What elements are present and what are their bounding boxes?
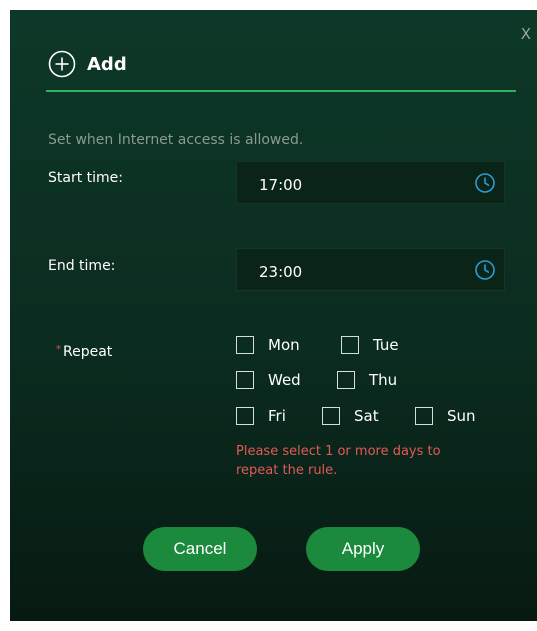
day-checkbox-mon[interactable]: Mon [236, 336, 300, 354]
checkbox[interactable] [236, 371, 254, 389]
repeat-error-message: Please select 1 or more days to repeat t… [236, 444, 441, 478]
checkbox[interactable] [415, 407, 433, 425]
checkbox[interactable] [236, 407, 254, 425]
add-rule-dialog: X Add Set when Internet access is allowe… [10, 10, 537, 621]
end-time-value: 23:00 [259, 263, 303, 281]
end-time-label: End time: [48, 258, 116, 274]
day-label: Fri [268, 407, 286, 425]
dialog-title: Add [87, 53, 127, 75]
checkbox[interactable] [337, 371, 355, 389]
day-checkbox-fri[interactable]: Fri [236, 407, 286, 425]
day-label: Mon [268, 336, 300, 354]
day-checkbox-sun[interactable]: Sun [415, 407, 476, 425]
required-marker: * [56, 344, 61, 355]
start-time-label: Start time: [48, 170, 123, 186]
start-time-field[interactable]: 17:00 [236, 161, 505, 204]
day-label: Thu [369, 371, 398, 389]
checkbox[interactable] [341, 336, 359, 354]
cancel-button[interactable]: Cancel [143, 527, 257, 571]
header-divider [46, 90, 516, 92]
intro-text: Set when Internet access is allowed. [48, 132, 304, 148]
dialog-header: Add [48, 50, 127, 78]
close-button[interactable]: X [521, 27, 531, 42]
plus-circle-icon [48, 50, 76, 78]
end-time-field[interactable]: 23:00 [236, 248, 505, 291]
day-checkbox-tue[interactable]: Tue [341, 336, 399, 354]
checkbox[interactable] [236, 336, 254, 354]
day-label: Tue [373, 336, 399, 354]
checkbox[interactable] [322, 407, 340, 425]
day-checkbox-sat[interactable]: Sat [322, 407, 379, 425]
apply-button[interactable]: Apply [306, 527, 420, 571]
repeat-label-text: Repeat [63, 344, 113, 360]
clock-icon[interactable] [474, 172, 496, 194]
day-label: Wed [268, 371, 301, 389]
day-label: Sun [447, 407, 476, 425]
day-checkbox-thu[interactable]: Thu [337, 371, 397, 389]
clock-icon[interactable] [474, 259, 496, 281]
day-checkbox-wed[interactable]: Wed [236, 371, 301, 389]
repeat-label: * Repeat [56, 344, 112, 360]
start-time-value: 17:00 [259, 176, 303, 194]
day-label: Sat [354, 407, 379, 425]
